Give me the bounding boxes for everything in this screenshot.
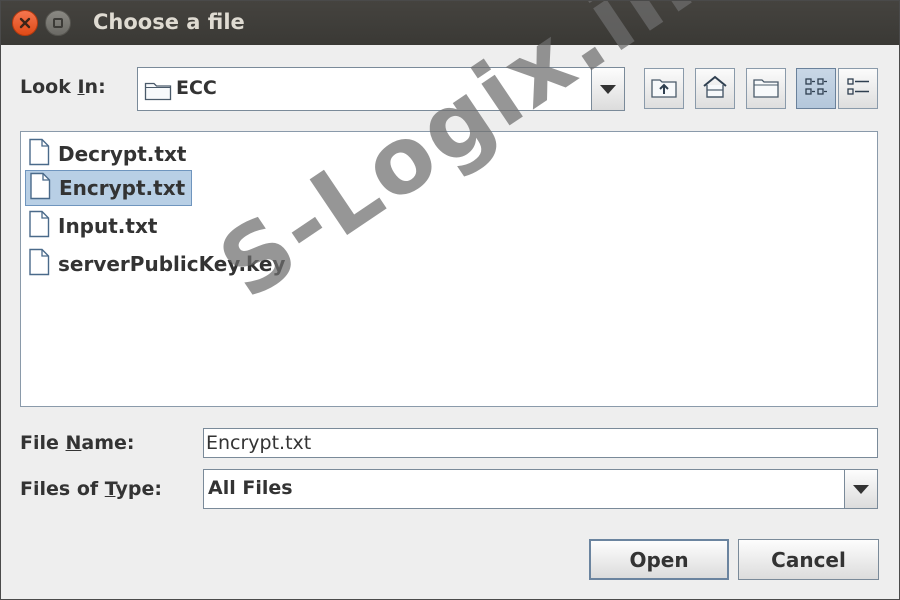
folder-up-button[interactable] [644,68,684,109]
file-item-server-public-key[interactable]: serverPublicKey.key [25,246,291,282]
open-button[interactable]: Open [589,539,729,580]
look-in-value: ECC [176,77,217,99]
details-view-icon [845,75,871,103]
file-name-input[interactable] [203,428,878,458]
file-type-label: Files of Type: [20,478,162,500]
file-icon [28,138,50,170]
file-name: serverPublicKey.key [58,252,286,276]
folder-up-icon [650,75,678,103]
cancel-button[interactable]: Cancel [738,539,879,580]
file-icon [28,210,50,242]
file-item-encrypt[interactable]: Encrypt.txt [25,170,193,206]
file-list[interactable]: Decrypt.txt Encrypt.txt Input.txt server… [20,131,878,407]
file-name: Decrypt.txt [58,142,187,166]
file-name: Input.txt [58,214,158,238]
file-icon [29,172,51,204]
new-folder-button[interactable] [746,68,786,109]
file-item-decrypt[interactable]: Decrypt.txt [25,136,192,172]
minimize-icon[interactable] [45,10,71,36]
list-view-icon [803,75,829,103]
look-in-label: Look In: [20,76,106,98]
window-title: Choose a file [93,10,245,34]
file-type-value: All Files [208,477,293,499]
chevron-down-icon[interactable] [591,67,625,111]
file-item-input[interactable]: Input.txt [25,208,163,244]
file-chooser-dialog: Choose a file Look In: ECC Decrypt.txt E… [0,0,900,600]
home-button[interactable] [695,68,735,109]
close-icon[interactable] [12,10,38,36]
new-folder-icon [752,75,780,103]
title-bar[interactable]: Choose a file [1,1,899,45]
details-view-button[interactable] [838,68,878,109]
chevron-down-icon[interactable] [844,469,878,509]
look-in-combo[interactable]: ECC [137,67,625,111]
file-type-combo[interactable]: All Files [203,469,878,509]
home-icon [701,74,729,104]
list-view-button[interactable] [796,68,836,109]
file-name: Encrypt.txt [59,176,186,200]
file-name-label: File Name: [20,432,135,454]
folder-icon [144,79,172,105]
file-icon [28,248,50,280]
